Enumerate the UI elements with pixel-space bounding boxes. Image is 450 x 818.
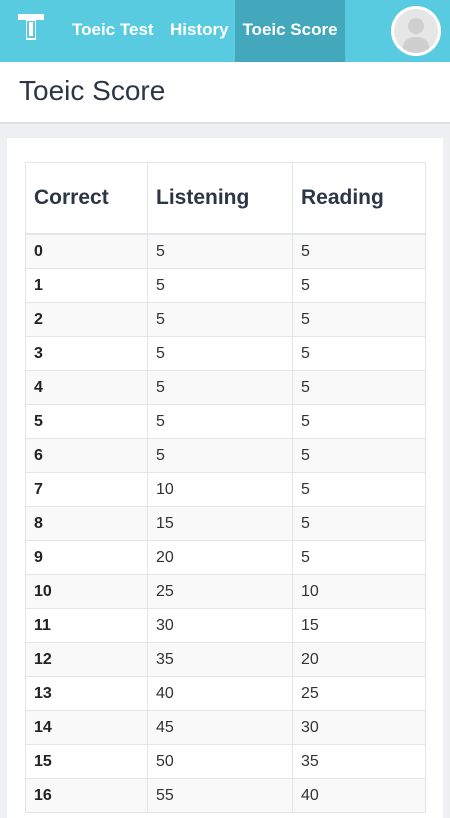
cell-correct: 0 (25, 233, 148, 269)
cell-correct: 3 (25, 336, 148, 371)
cell-reading: 5 (292, 540, 426, 575)
table-header-row: Correct Listening Reading (25, 162, 426, 235)
table-row: 11 30 15 (25, 608, 426, 643)
cell-listening: 25 (147, 574, 293, 609)
nav-history[interactable]: History (170, 0, 229, 62)
cell-listening: 5 (147, 336, 293, 371)
table-row: 10 25 10 (25, 574, 426, 609)
column-header-reading: Reading (292, 162, 426, 235)
cell-correct: 2 (25, 302, 148, 337)
user-avatar[interactable] (391, 6, 441, 56)
table-row: 155 (25, 268, 426, 303)
cell-listening: 5 (147, 370, 293, 405)
cell-correct: 4 (25, 370, 148, 405)
cell-reading: 5 (292, 404, 426, 439)
cell-listening: 30 (147, 608, 293, 643)
cell-correct: 10 (25, 574, 148, 609)
table-row: 555 (25, 404, 426, 439)
table-row: 16 55 40 (25, 778, 426, 813)
cell-reading: 5 (292, 370, 426, 405)
table-row: 055 (25, 233, 426, 269)
cell-correct: 9 (25, 540, 148, 575)
cell-reading: 5 (292, 506, 426, 541)
page-header: Toeic Score (0, 62, 450, 124)
cell-listening: 45 (147, 710, 293, 745)
cell-correct: 6 (25, 438, 148, 473)
cell-listening: 5 (147, 233, 293, 269)
cell-reading: 10 (292, 574, 426, 609)
table-row: 255 (25, 302, 426, 337)
cell-correct: 15 (25, 744, 148, 779)
cell-listening: 35 (147, 642, 293, 677)
table-row: 12 35 20 (25, 642, 426, 677)
page-title: Toeic Score (19, 75, 166, 106)
cell-listening: 15 (147, 506, 293, 541)
cell-reading: 30 (292, 710, 426, 745)
user-avatar-icon (394, 9, 438, 53)
cell-correct: 13 (25, 676, 148, 711)
score-table: Correct Listening Reading 05515525535545… (25, 162, 426, 813)
score-table-body: 0 5 5 1 5 5 2 5 5 3 5 5 4 5 5 5 5 5 6 5 5 7 10 5 8 15 5 9 20 5 10 25 10 1… (25, 233, 426, 813)
table-row: 7 10 5 (25, 472, 426, 507)
cell-reading: 5 (292, 302, 426, 337)
cell-listening: 50 (147, 744, 293, 779)
table-row: 355 (25, 336, 426, 371)
cell-listening: 40 (147, 676, 293, 711)
cell-listening: 5 (147, 268, 293, 303)
cell-listening: 5 (147, 438, 293, 473)
cell-correct: 7 (25, 472, 148, 507)
cell-correct: 16 (25, 778, 148, 813)
cell-listening: 5 (147, 404, 293, 439)
table-row: 13 40 25 (25, 676, 426, 711)
column-header-correct: Correct (25, 162, 148, 235)
cell-correct: 11 (25, 608, 148, 643)
cell-reading: 5 (292, 233, 426, 269)
cell-correct: 14 (25, 710, 148, 745)
nav-toeic-test[interactable]: Toeic Test (72, 0, 154, 62)
cell-reading: 35 (292, 744, 426, 779)
cell-reading: 5 (292, 268, 426, 303)
score-card: Correct Listening Reading 05515525535545… (7, 138, 443, 818)
cell-reading: 5 (292, 336, 426, 371)
cell-correct: 12 (25, 642, 148, 677)
table-row: 15 50 35 (25, 744, 426, 779)
cell-correct: 8 (25, 506, 148, 541)
table-row: 655 (25, 438, 426, 473)
cell-listening: 55 (147, 778, 293, 813)
cell-reading: 5 (292, 472, 426, 507)
cell-reading: 15 (292, 608, 426, 643)
nav-toeic-score[interactable]: Toeic Score (235, 0, 345, 62)
table-row: 9 20 5 (25, 540, 426, 575)
cell-reading: 20 (292, 642, 426, 677)
cell-listening: 5 (147, 302, 293, 337)
table-row: 14 45 30 (25, 710, 426, 745)
cell-reading: 5 (292, 438, 426, 473)
table-row: 8 15 5 (25, 506, 426, 541)
column-header-listening: Listening (147, 162, 293, 235)
cell-reading: 40 (292, 778, 426, 813)
cell-listening: 10 (147, 472, 293, 507)
cell-correct: 1 (25, 268, 148, 303)
top-navbar: Toeic Test History Toeic Score (0, 0, 450, 62)
table-row: 455 (25, 370, 426, 405)
cell-listening: 20 (147, 540, 293, 575)
cell-reading: 25 (292, 676, 426, 711)
cell-correct: 5 (25, 404, 148, 439)
toeic-logo-icon[interactable] (16, 12, 46, 42)
